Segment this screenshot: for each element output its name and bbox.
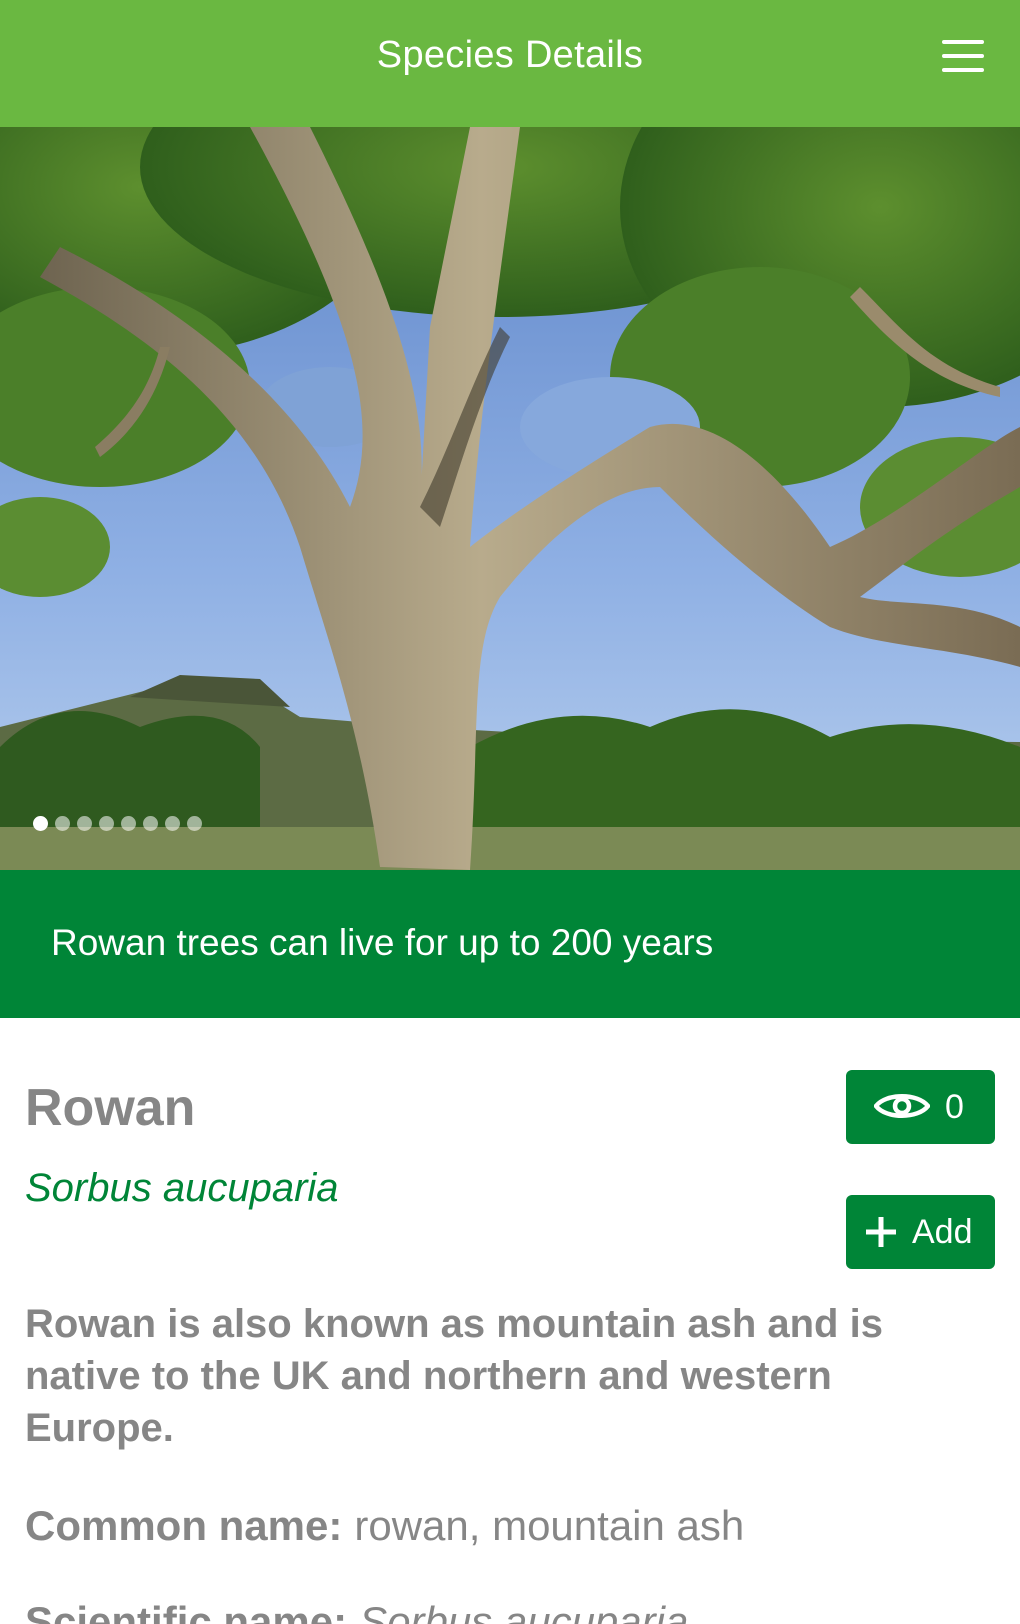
- species-details-screen: Species Details Rowan trees can live for…: [0, 0, 1020, 1624]
- fact-label: Common name:: [25, 1502, 343, 1549]
- hamburger-menu-icon[interactable]: [942, 38, 986, 78]
- species-image-carousel[interactable]: [0, 127, 1020, 870]
- carousel-dot[interactable]: [99, 816, 114, 831]
- page-title: Species Details: [376, 34, 644, 76]
- carousel-dot[interactable]: [187, 816, 202, 831]
- carousel-dot[interactable]: [121, 816, 136, 831]
- add-button-label: Add: [912, 1213, 973, 1251]
- sightings-count: 0: [945, 1088, 964, 1126]
- carousel-dot[interactable]: [165, 816, 180, 831]
- eye-icon: [874, 1094, 930, 1118]
- scientific-name-row: Scientific name: Sorbus aucuparia: [25, 1598, 688, 1624]
- species-scientific-name: Sorbus aucuparia: [25, 1166, 339, 1210]
- image-caption-band: Rowan trees can live for up to 200 years: [0, 870, 1020, 1018]
- carousel-dot[interactable]: [55, 816, 70, 831]
- fact-value: Sorbus aucuparia: [359, 1598, 689, 1624]
- plus-icon: [866, 1217, 896, 1247]
- carousel-dot[interactable]: [33, 816, 48, 831]
- sightings-button[interactable]: 0: [846, 1070, 995, 1144]
- fact-label: Scientific name:: [25, 1598, 348, 1624]
- species-description: Rowan is also known as mountain ash and …: [25, 1302, 883, 1450]
- add-sighting-button[interactable]: Add: [846, 1195, 995, 1269]
- common-name-row: Common name: rowan, mountain ash: [25, 1502, 744, 1550]
- species-name: Rowan: [25, 1079, 196, 1137]
- rowan-tree-photo: [0, 127, 1020, 870]
- fact-value: rowan, mountain ash: [354, 1502, 745, 1549]
- carousel-dot[interactable]: [143, 816, 158, 831]
- app-header: Species Details: [0, 0, 1020, 127]
- carousel-dot[interactable]: [77, 816, 92, 831]
- image-caption: Rowan trees can live for up to 200 years: [51, 922, 714, 963]
